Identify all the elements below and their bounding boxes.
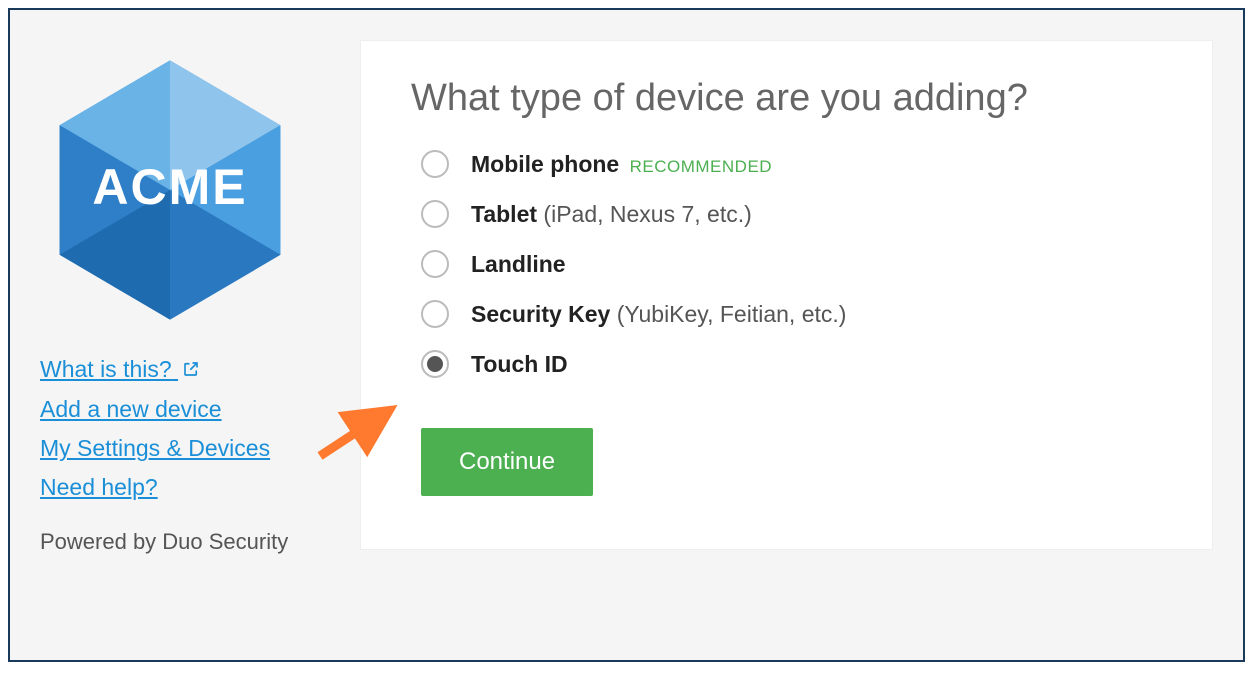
sidebar: ACME What is this? Add a new device My S… [40, 40, 350, 630]
continue-button[interactable]: Continue [421, 428, 593, 496]
org-logo: ACME [40, 50, 300, 330]
logo-text: ACME [92, 158, 247, 216]
radio-icon [421, 350, 449, 378]
device-type-options: Mobile phone RECOMMENDED Tablet (iPad, N… [421, 150, 1162, 378]
radio-icon [421, 150, 449, 178]
link-need-help[interactable]: Need help? [40, 468, 158, 507]
option-security-key[interactable]: Security Key (YubiKey, Feitian, etc.) [421, 300, 1162, 328]
sidebar-links: What is this? Add a new device My Settin… [40, 350, 350, 507]
option-mobile-phone[interactable]: Mobile phone RECOMMENDED [421, 150, 1162, 178]
link-what-is-this[interactable]: What is this? [40, 350, 200, 390]
link-my-settings[interactable]: My Settings & Devices [40, 429, 270, 468]
external-link-icon [182, 351, 200, 390]
option-label: Landline [471, 251, 566, 278]
option-label: Security Key (YubiKey, Feitian, etc.) [471, 301, 846, 328]
auth-dialog-frame: ACME What is this? Add a new device My S… [8, 8, 1245, 662]
radio-icon [421, 300, 449, 328]
radio-icon [421, 250, 449, 278]
powered-by-text: Powered by Duo Security [40, 529, 350, 555]
option-touch-id[interactable]: Touch ID [421, 350, 1162, 378]
option-tablet[interactable]: Tablet (iPad, Nexus 7, etc.) [421, 200, 1162, 228]
main-panel: What type of device are you adding? Mobi… [360, 40, 1213, 550]
option-label: Mobile phone RECOMMENDED [471, 151, 772, 178]
page-title: What type of device are you adding? [411, 77, 1162, 120]
option-label: Tablet (iPad, Nexus 7, etc.) [471, 201, 752, 228]
hexagon-logo-icon: ACME [50, 55, 290, 325]
link-label: What is this? [40, 356, 172, 382]
link-add-device[interactable]: Add a new device [40, 390, 222, 429]
recommended-badge: RECOMMENDED [630, 157, 772, 176]
radio-icon [421, 200, 449, 228]
option-landline[interactable]: Landline [421, 250, 1162, 278]
option-label: Touch ID [471, 351, 568, 378]
